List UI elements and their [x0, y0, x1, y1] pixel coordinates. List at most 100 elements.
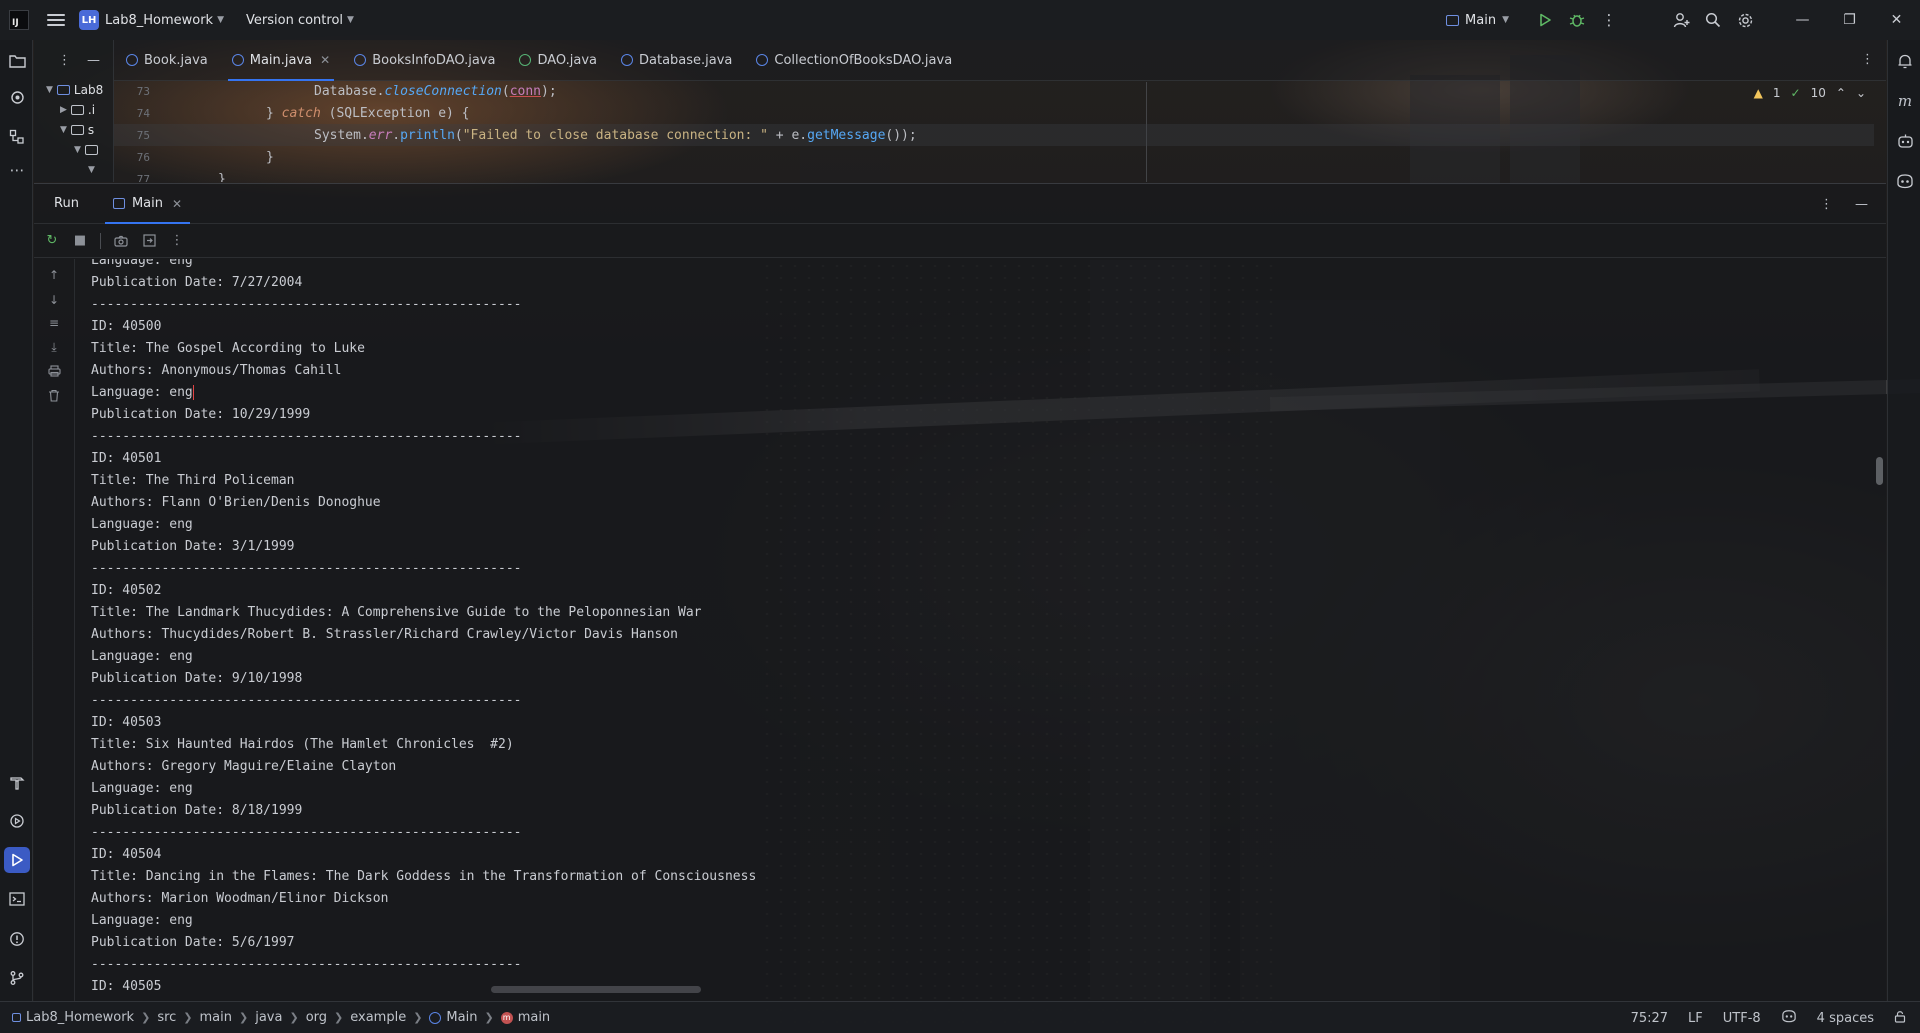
run-icon[interactable]	[1529, 4, 1561, 36]
project-selector[interactable]: Lab8_Homework ▼	[105, 13, 224, 28]
project-folder-icon[interactable]	[4, 48, 30, 74]
print-icon[interactable]	[46, 363, 62, 379]
file-encoding[interactable]: UTF-8	[1723, 1011, 1761, 1026]
tab-book-java[interactable]: Book.java	[114, 40, 220, 81]
code-token: .	[392, 127, 401, 143]
problems-icon[interactable]	[4, 926, 30, 952]
caret-position[interactable]: 75:27	[1631, 1011, 1668, 1026]
previous-highlight-icon[interactable]: ⌃	[1836, 86, 1846, 100]
toolbar-divider	[100, 232, 101, 249]
project-badge[interactable]: LH	[79, 10, 99, 30]
restore-layout-icon[interactable]	[141, 233, 157, 249]
main-menu-icon[interactable]	[47, 14, 65, 26]
code-token: );	[541, 83, 557, 99]
close-tab-icon[interactable]: ✕	[320, 53, 330, 67]
settings-gear-icon[interactable]	[1729, 4, 1761, 36]
copilot-icon[interactable]	[1892, 168, 1918, 194]
commit-icon[interactable]	[4, 84, 30, 110]
line-separator[interactable]: LF	[1688, 1011, 1703, 1026]
tab-options-icon[interactable]: ⋮	[1861, 52, 1874, 67]
java-class-icon	[126, 54, 138, 66]
hide-panel-icon[interactable]: —	[87, 53, 100, 68]
console-output[interactable]: Language: eng Publication Date: 7/27/2004…	[91, 259, 1881, 993]
minimize-window-icon[interactable]: —	[1779, 0, 1826, 40]
services-icon[interactable]	[4, 808, 30, 834]
console-lines: Language: eng Publication Date: 7/27/2004…	[91, 259, 756, 993]
notifications-bell-icon[interactable]	[1892, 48, 1918, 74]
console-line: Language: eng	[91, 382, 756, 404]
breadcrumb-main[interactable]: main	[200, 1010, 232, 1025]
run-window-options-icon[interactable]: ⋮	[1820, 197, 1833, 212]
version-control-menu[interactable]: Version control ▼	[246, 13, 354, 28]
tree-row-project-root[interactable]: ▼ Lab8	[34, 80, 113, 100]
up-arrow-icon[interactable]: ↑	[46, 267, 62, 283]
run-configuration-selector[interactable]: Main ▼	[1446, 13, 1509, 28]
java-class-icon	[756, 54, 769, 66]
breadcrumb-main-class[interactable]: Main	[429, 1010, 477, 1025]
git-branch-icon[interactable]	[4, 965, 30, 991]
indent-setting[interactable]: 4 spaces	[1817, 1011, 1874, 1026]
tab-dao-java[interactable]: DAO.java	[507, 40, 609, 81]
tree-row[interactable]: ▼	[34, 160, 113, 180]
close-tab-icon[interactable]: ✕	[172, 197, 182, 211]
tree-row[interactable]: ▼ s	[34, 120, 113, 140]
folder-icon	[84, 145, 98, 155]
search-icon[interactable]	[1697, 4, 1729, 36]
breadcrumb-label: Lab8_Homework	[26, 1010, 135, 1025]
breadcrumb-java[interactable]: java	[255, 1010, 282, 1025]
maven-icon[interactable]: m	[1892, 88, 1918, 114]
more-options-icon[interactable]: ⋮	[169, 233, 185, 249]
read-only-lock-icon[interactable]	[1894, 1010, 1906, 1027]
hide-run-window-icon[interactable]: —	[1855, 197, 1868, 212]
debug-icon[interactable]	[1561, 4, 1593, 36]
run-config-icon	[1446, 14, 1460, 26]
tree-row[interactable]: ▼	[34, 140, 113, 160]
terminal-icon[interactable]	[4, 886, 30, 912]
trash-clear-icon[interactable]	[46, 387, 62, 403]
stop-icon[interactable]: ■	[72, 233, 88, 249]
tree-row[interactable]: ▶ .i	[34, 100, 113, 120]
more-tool-windows-icon[interactable]: ⋯	[4, 157, 30, 183]
console-line-text: Language: eng	[91, 649, 193, 664]
intellij-logo-icon[interactable]: IJ	[9, 10, 29, 30]
restore-window-icon[interactable]: ❐	[1826, 0, 1873, 40]
console-line-text: ----------------------------------------…	[91, 297, 522, 312]
tab-database-java[interactable]: Database.java	[609, 40, 744, 81]
inspection-widget[interactable]: ▲ 1 ✓ 10 ⌃ ⌄	[1754, 86, 1866, 100]
close-window-icon[interactable]: ✕	[1873, 0, 1920, 40]
soft-wrap-icon[interactable]: ≡	[46, 315, 62, 331]
breadcrumb-project[interactable]: Lab8_Homework	[12, 1010, 134, 1025]
run-tool-window-icon[interactable]	[4, 847, 30, 873]
structure-icon[interactable]	[4, 124, 30, 150]
down-arrow-icon[interactable]: ↓	[46, 292, 62, 308]
build-hammer-icon[interactable]	[4, 770, 30, 796]
breadcrumb-example[interactable]: example	[350, 1010, 406, 1025]
panel-options-icon[interactable]: ⋮	[58, 53, 71, 68]
code-editor[interactable]: 73 Database. closeConnection(conn); 74 } …	[114, 82, 1886, 182]
console-line: ID: 40501	[91, 448, 756, 470]
ai-assistant-icon[interactable]	[1892, 128, 1918, 154]
add-user-icon[interactable]	[1665, 4, 1697, 36]
tab-booksinfodao-java[interactable]: BooksInfoDAO.java	[342, 40, 507, 81]
console-line: ID: 40504	[91, 844, 756, 866]
tab-collectionofbooksdao-java[interactable]: CollectionOfBooksDAO.java	[744, 40, 964, 81]
next-highlight-icon[interactable]: ⌄	[1856, 86, 1866, 100]
breadcrumb-main-method[interactable]: m main	[500, 1010, 550, 1025]
tab-main-java[interactable]: Main.java ✕	[220, 40, 342, 81]
run-tab-main[interactable]: Main ✕	[104, 184, 191, 224]
console-line-text: Authors: Gregory Maguire/Elaine Clayton	[91, 759, 397, 774]
horizontal-scrollbar[interactable]	[491, 986, 701, 993]
console-line-text: Publication Date: 7/27/2004	[91, 275, 303, 290]
breadcrumb-org[interactable]: org	[306, 1010, 327, 1025]
breadcrumb-src[interactable]: src	[157, 1010, 176, 1025]
chevron-right-icon: ❯	[289, 1011, 299, 1024]
camera-snapshot-icon[interactable]	[113, 233, 129, 249]
line-number: 73	[136, 84, 150, 98]
scroll-to-end-icon[interactable]: ⤓	[46, 339, 62, 355]
copilot-status-icon[interactable]	[1781, 1009, 1797, 1027]
console-line-text: Authors: Anonymous/Thomas Cahill	[91, 363, 342, 378]
breadcrumb-label: Main	[446, 1010, 478, 1025]
more-actions-icon[interactable]: ⋮	[1593, 4, 1625, 36]
rerun-icon[interactable]: ↻	[44, 233, 60, 249]
vertical-scrollbar[interactable]	[1876, 457, 1883, 485]
